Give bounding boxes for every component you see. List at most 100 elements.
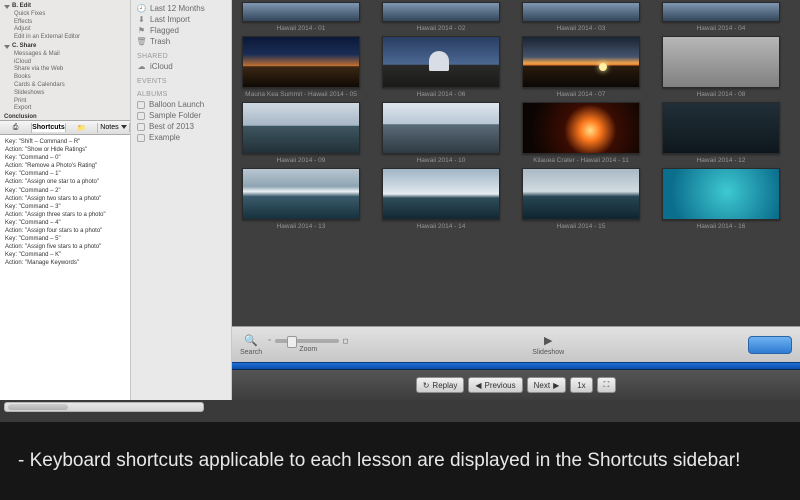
thumbnail-image: [662, 168, 780, 220]
horizontal-scrollbar[interactable]: [4, 402, 204, 412]
sidebar-item-icloud[interactable]: ☁iCloud: [137, 61, 225, 72]
thumbnail-caption: Hawaii 2014 - 01: [242, 25, 360, 32]
action-button[interactable]: [748, 336, 792, 354]
nav-item[interactable]: Books: [4, 74, 126, 82]
fullscreen-icon: ⛶: [604, 380, 610, 390]
photo-thumbnail[interactable]: Hawaii 2014 - 13: [242, 168, 360, 230]
nav-item[interactable]: Quick Fixes: [4, 11, 126, 19]
thumbnail-image: [382, 36, 500, 88]
sidebar-item-album[interactable]: Sample Folder: [137, 110, 225, 121]
nav-group-share[interactable]: C. Share: [4, 43, 126, 51]
thumbnail-caption: Hawaii 2014 - 04: [662, 25, 780, 32]
checkbox-icon[interactable]: [137, 112, 145, 120]
thumbnail-image: [382, 168, 500, 220]
photo-thumbnail[interactable]: Hawaii 2014 - 14: [382, 168, 500, 230]
photo-thumbnail[interactable]: Hawaii 2014 - 07: [522, 36, 640, 98]
nav-item[interactable]: Cards & Calendars: [4, 82, 126, 90]
thumbnail-caption: Hawaii 2014 - 03: [522, 25, 640, 32]
shortcut-line: Key: "Shift – Command – R": [5, 138, 125, 146]
next-button[interactable]: Next▶: [527, 377, 567, 393]
speed-button[interactable]: 1x: [570, 377, 592, 393]
checkbox-icon[interactable]: [137, 134, 145, 142]
photo-thumbnail[interactable]: Hawaii 2014 - 01: [242, 2, 360, 32]
sidebar-item-flagged[interactable]: ⚑Flagged: [137, 25, 225, 36]
shortcut-line: Key: "Command – K": [5, 251, 125, 259]
thumbnail-caption: Hawaii 2014 - 10: [382, 157, 500, 164]
shortcut-line: Action: "Assign one star to a photo": [5, 178, 125, 186]
thumbnail-image: [522, 102, 640, 154]
nav-item[interactable]: Slideshows: [4, 90, 126, 98]
sidebar-item-album[interactable]: Best of 2013: [137, 121, 225, 132]
thumbnail-image: [242, 2, 360, 22]
left-column: B. Edit Quick Fixes Effects Adjust Edit …: [0, 0, 130, 400]
shortcut-line: Action: "Assign three stars to a photo": [5, 211, 125, 219]
photo-thumbnail[interactable]: Hawaii 2014 - 12: [662, 102, 780, 164]
photo-thumbnail[interactable]: Hawaii 2014 - 10: [382, 102, 500, 164]
tab-notes[interactable]: Notes: [98, 123, 130, 132]
thumbnail-caption: Hawaii 2014 - 14: [382, 223, 500, 230]
bottom-toolbar: 🔍 Search ▫◻ Zoom ▶ Slideshow: [232, 326, 800, 362]
thumbnail-caption: Hawaii 2014 - 13: [242, 223, 360, 230]
thumbnail-image: [522, 2, 640, 22]
thumbnail-caption: Mauna Kea Summit - Hawaii 2014 - 05: [242, 91, 360, 98]
tab-icon-left[interactable]: ⎙: [0, 123, 32, 133]
clock-icon: 🕘: [137, 4, 146, 13]
tab-shortcuts[interactable]: Shortcuts: [32, 123, 66, 132]
nav-item[interactable]: Print: [4, 98, 126, 106]
progress-bar[interactable]: [232, 362, 800, 370]
nav-tree: B. Edit Quick Fixes Effects Adjust Edit …: [0, 0, 130, 120]
search-button[interactable]: 🔍 Search: [240, 334, 262, 356]
photo-thumbnail[interactable]: Hawaii 2014 - 06: [382, 36, 500, 98]
replay-button[interactable]: ↻Replay: [416, 377, 465, 393]
nav-item[interactable]: Share via the Web: [4, 66, 126, 74]
nav-item[interactable]: Messages & Mail: [4, 51, 126, 59]
library-sidebar: 🕘Last 12 Months ⬇Last Import ⚑Flagged 🗑T…: [130, 0, 232, 400]
shortcut-line: Key: "Command – 1": [5, 170, 125, 178]
tab-icon-folder[interactable]: 📁: [66, 123, 98, 133]
nav-item[interactable]: Adjust: [4, 26, 126, 34]
nav-item[interactable]: iCloud: [4, 59, 126, 67]
nav-item[interactable]: Edit in an External Editor: [4, 34, 126, 42]
fullscreen-button[interactable]: ⛶: [597, 377, 617, 393]
caption-text: - Keyboard shortcuts applicable to each …: [18, 449, 740, 474]
thumbnail-caption: Hawaii 2014 - 02: [382, 25, 500, 32]
shared-header: SHARED: [137, 53, 225, 60]
thumbnail-image: [662, 2, 780, 22]
sidebar-item-last-import[interactable]: ⬇Last Import: [137, 14, 225, 25]
checkbox-icon[interactable]: [137, 101, 145, 109]
flag-icon: ⚑: [137, 26, 146, 35]
slideshow-button[interactable]: ▶ Slideshow: [532, 334, 564, 356]
zoom-slider[interactable]: [275, 339, 339, 343]
photo-thumbnail[interactable]: Hawaii 2014 - 16: [662, 168, 780, 230]
sidebar-item-album[interactable]: Balloon Launch: [137, 99, 225, 110]
thumbnail-image: [242, 102, 360, 154]
disclosure-icon: [4, 45, 10, 49]
previous-button[interactable]: ◀Previous: [468, 377, 522, 393]
sidebar-item-trash[interactable]: 🗑Trash: [137, 36, 225, 47]
photo-thumbnail[interactable]: Hawaii 2014 - 03: [522, 2, 640, 32]
shortcut-line: Key: "Command – 3": [5, 203, 125, 211]
thumbnail-image: [242, 168, 360, 220]
nav-group-edit[interactable]: B. Edit: [4, 3, 126, 11]
checkbox-icon[interactable]: [137, 123, 145, 131]
nav-item[interactable]: Effects: [4, 19, 126, 27]
prev-icon: ◀: [475, 381, 481, 390]
sidebar-item-last-12-months[interactable]: 🕘Last 12 Months: [137, 3, 225, 14]
thumbnail-grid[interactable]: Hawaii 2014 - 01 Hawaii 2014 - 02 Hawaii 2…: [232, 0, 800, 326]
shortcut-line: Action: "Assign two stars to a photo": [5, 195, 125, 203]
sidebar-item-album[interactable]: Example: [137, 132, 225, 143]
albums-header: ALBUMS: [137, 91, 225, 98]
nav-item[interactable]: Export: [4, 105, 126, 113]
thumbnail-image: [242, 36, 360, 88]
thumbnail-caption: Hawaii 2014 - 08: [662, 91, 780, 98]
photo-thumbnail[interactable]: Hawaii 2014 - 02: [382, 2, 500, 32]
photo-thumbnail[interactable]: Hawaii 2014 - 08: [662, 36, 780, 98]
zoom-control[interactable]: ▫◻ Zoom: [268, 337, 348, 353]
shortcuts-list: Key: "Shift – Command – R"Action: "Show …: [0, 135, 130, 400]
photo-thumbnail[interactable]: Hawaii 2014 - 04: [662, 2, 780, 32]
photo-thumbnail[interactable]: Hawaii 2014 - 15: [522, 168, 640, 230]
photo-thumbnail[interactable]: Kilauea Crater - Hawaii 2014 - 11: [522, 102, 640, 164]
photo-thumbnail[interactable]: Hawaii 2014 - 09: [242, 102, 360, 164]
photo-thumbnail[interactable]: Mauna Kea Summit - Hawaii 2014 - 05: [242, 36, 360, 98]
thumbnail-caption: Hawaii 2014 - 12: [662, 157, 780, 164]
